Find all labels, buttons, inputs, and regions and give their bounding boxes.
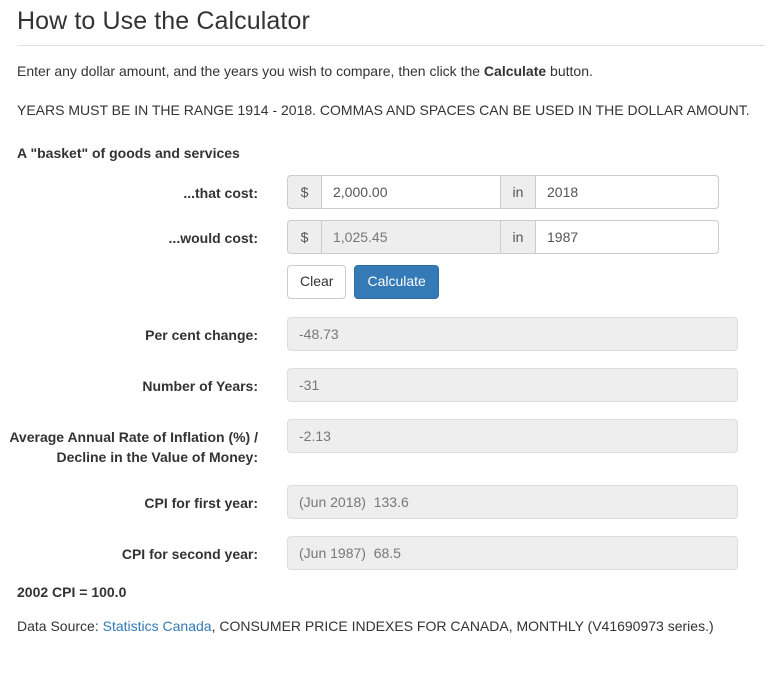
that-cost-input-group: $ in [287, 175, 719, 210]
cpi-first-year-controls [258, 484, 780, 519]
form-row-would-cost: ...would cost: $ in [0, 220, 780, 255]
intro-text-after: button. [546, 62, 593, 79]
number-of-years-output [287, 368, 738, 403]
cpi-base-note: 2002 CPI = 100.0 [17, 583, 127, 600]
that-cost-controls: $ in [258, 175, 780, 210]
buttons-spacer [0, 265, 258, 273]
form-row-average-annual-rate: Average Annual Rate of Inflation (%) / D… [0, 419, 780, 468]
second-amount-output [321, 220, 501, 255]
intro-range-note: YEARS MUST BE IN THE RANGE 1914 - 2018. … [17, 101, 750, 118]
label-percent-change: Per cent change: [145, 327, 258, 344]
form-row-cpi-second-year: CPI for second year: [0, 535, 780, 570]
clear-button[interactable]: Clear [287, 265, 347, 300]
statistics-canada-link[interactable]: Statistics Canada [103, 618, 212, 634]
currency-symbol-addon: $ [287, 220, 321, 255]
calculator-form: ...that cost: $ in ...would cost: $ in [0, 161, 780, 570]
second-year-input[interactable] [535, 220, 719, 255]
cpi-first-year-output [287, 484, 738, 519]
intro-instruction: Enter any dollar amount, and the years y… [0, 46, 780, 81]
button-row: Clear Calculate [287, 265, 780, 300]
cpi-second-year-controls [258, 535, 780, 570]
label-cpi-first-year: CPI for first year: [144, 494, 258, 511]
form-row-that-cost: ...that cost: $ in [0, 175, 780, 210]
label-number-of-years: Number of Years: [142, 378, 258, 395]
currency-symbol-addon: $ [287, 175, 321, 210]
data-source-note: Data Source: Statistics Canada, CONSUMER… [0, 600, 780, 636]
section-heading-basket: A "basket" of goods and services [17, 145, 240, 162]
percent-change-output [287, 317, 738, 352]
in-label-addon: in [501, 175, 535, 210]
data-source-prefix: Data Source: [17, 617, 103, 634]
would-cost-controls: $ in [258, 220, 780, 255]
button-controls: Clear Calculate [258, 265, 780, 300]
intro-text-before: Enter any dollar amount, and the years y… [17, 62, 484, 79]
first-amount-input[interactable] [321, 175, 501, 210]
would-cost-input-group: $ in [287, 220, 719, 255]
label-that-cost: ...that cost: [183, 185, 258, 202]
percent-change-controls [258, 317, 780, 352]
form-row-percent-change: Per cent change: [0, 317, 780, 352]
form-row-cpi-first-year: CPI for first year: [0, 484, 780, 519]
average-annual-rate-controls [258, 419, 780, 454]
first-year-input[interactable] [535, 175, 719, 210]
form-row-number-of-years: Number of Years: [0, 368, 780, 403]
intro-calculate-emphasis: Calculate [483, 62, 547, 79]
form-row-buttons: Clear Calculate [0, 265, 780, 300]
label-average-annual-rate: Average Annual Rate of Inflation (%) / D… [9, 429, 258, 466]
cpi-second-year-output [287, 535, 738, 570]
data-source-suffix: , CONSUMER PRICE INDEXES FOR CANADA, MON… [211, 617, 714, 634]
page-title: How to Use the Calculator [17, 7, 310, 35]
label-cpi-second-year: CPI for second year: [121, 545, 258, 562]
average-annual-rate-output [287, 419, 738, 454]
in-label-addon: in [501, 220, 535, 255]
calculate-button[interactable]: Calculate [354, 265, 439, 300]
calculator-page: How to Use the Calculator Enter any doll… [0, 0, 780, 682]
number-of-years-controls [258, 368, 780, 403]
label-would-cost: ...would cost: [168, 230, 258, 247]
